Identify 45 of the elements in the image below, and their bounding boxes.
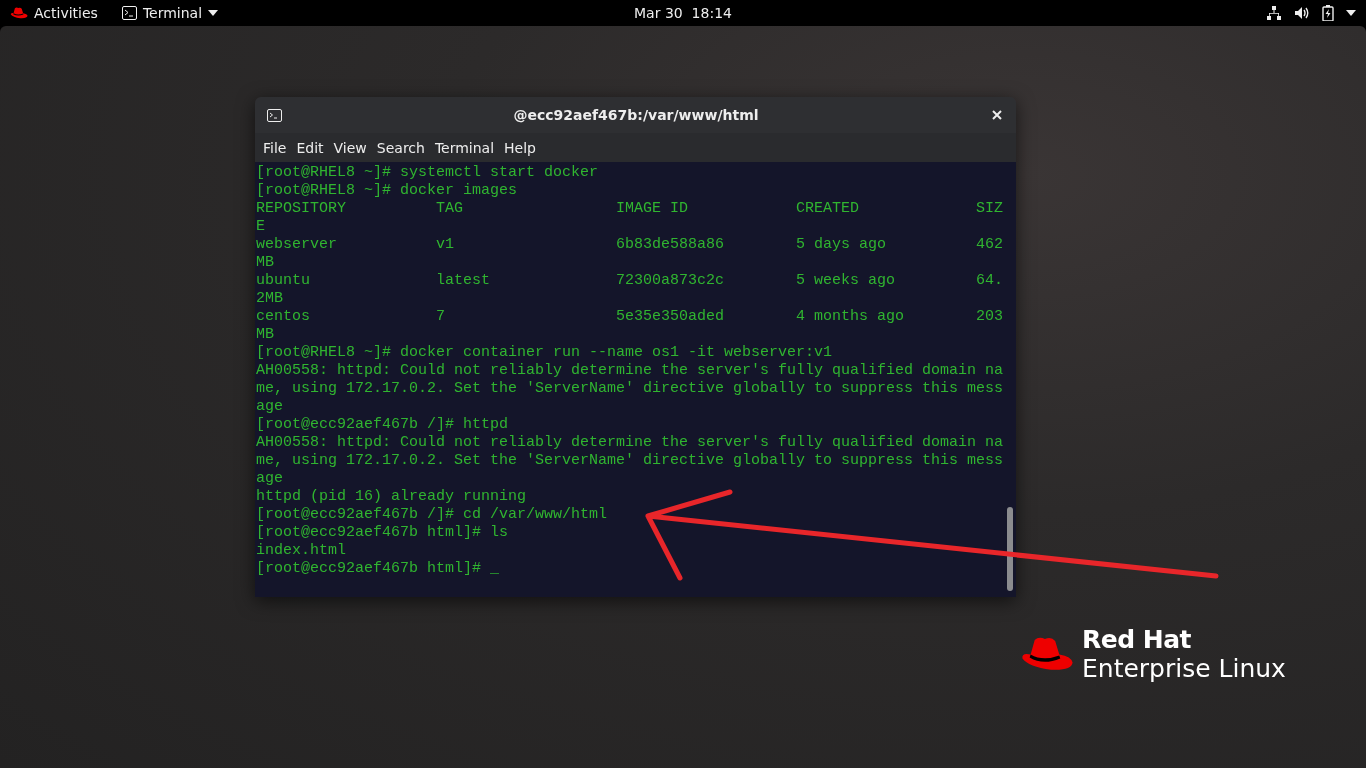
terminal-line: [root@ecc92aef467b html]# ls: [256, 524, 509, 542]
terminal-line: MB: [256, 254, 274, 272]
terminal-line: [root@RHEL8 ~]# docker container run --name os1 -it webserver:v1: [256, 344, 833, 362]
terminal-line: index.html: [256, 542, 346, 560]
menu-item[interactable]: Search: [371, 139, 430, 156]
terminal-line: E: [256, 218, 265, 236]
clock[interactable]: Mar 30 18:14: [634, 5, 732, 21]
terminal-line: [root@RHEL8 ~]# docker images: [256, 182, 518, 200]
terminal-line: [root@RHEL8 ~]# systemctl start docker: [256, 164, 599, 182]
caret-icon: [208, 10, 219, 16]
terminal-icon: [121, 6, 137, 20]
menu-item[interactable]: Terminal: [429, 139, 500, 156]
activities-button[interactable]: Activities: [34, 5, 98, 21]
terminal-icon: [267, 108, 282, 122]
terminal-line: ubuntu latest 72300a873c2c 5 weeks ago 64.: [256, 272, 1004, 290]
terminal-line: [root@ecc92aef467b /]# cd /var/www/html: [256, 506, 608, 524]
scrollbar-thumb[interactable]: [1007, 507, 1013, 591]
terminal-line: age: [256, 470, 283, 488]
terminal-line: REPOSITORY TAG IMAGE ID CREATED SIZ: [256, 200, 1004, 218]
brand-product: Enterprise Linux: [1082, 654, 1286, 684]
terminal-line: me, using 172.17.0.2. Set the 'ServerName' directive globally to suppress this mess: [256, 380, 1004, 398]
battery-icon[interactable]: [1322, 5, 1334, 21]
terminal-line: age: [256, 398, 283, 416]
terminal-line: MB: [256, 326, 274, 344]
menu-item[interactable]: View: [328, 139, 372, 156]
caret-icon[interactable]: [1346, 10, 1356, 16]
terminal-line: [root@ecc92aef467b /]# httpd: [256, 416, 509, 434]
terminal-line: httpd (pid 16) already running: [256, 488, 527, 506]
network-icon[interactable]: [1266, 5, 1282, 21]
app-menu[interactable]: Terminal: [121, 5, 219, 21]
menu-item[interactable]: Help: [499, 139, 541, 156]
volume-icon[interactable]: [1294, 5, 1310, 21]
terminal-line: AH00558: httpd: Could not reliably determine the server's fully qualified domain na: [256, 434, 1004, 452]
brand-name: Red Hat: [1082, 626, 1193, 654]
window-title: @ecc92aef467b:/var/www/html: [512, 107, 760, 123]
menu-item[interactable]: Edit: [291, 139, 329, 156]
terminal-line: webserver v1 6b83de588a86 5 days ago 462: [256, 236, 1004, 254]
terminal-line: centos 7 5e35e350aded 4 months ago 203: [256, 308, 1004, 326]
hat-logo-icon: [10, 6, 28, 20]
menu-item[interactable]: File: [258, 139, 292, 156]
terminal-line: 2MB: [256, 290, 283, 308]
terminal-line: AH00558: httpd: Could not reliably determine the server's fully qualified domain na: [256, 362, 1004, 380]
terminal-line: me, using 172.17.0.2. Set the 'ServerName' directive globally to suppress this mess: [256, 452, 1004, 470]
close-button[interactable]: [990, 108, 1004, 122]
terminal-line: [root@ecc92aef467b html]# _: [256, 560, 500, 578]
